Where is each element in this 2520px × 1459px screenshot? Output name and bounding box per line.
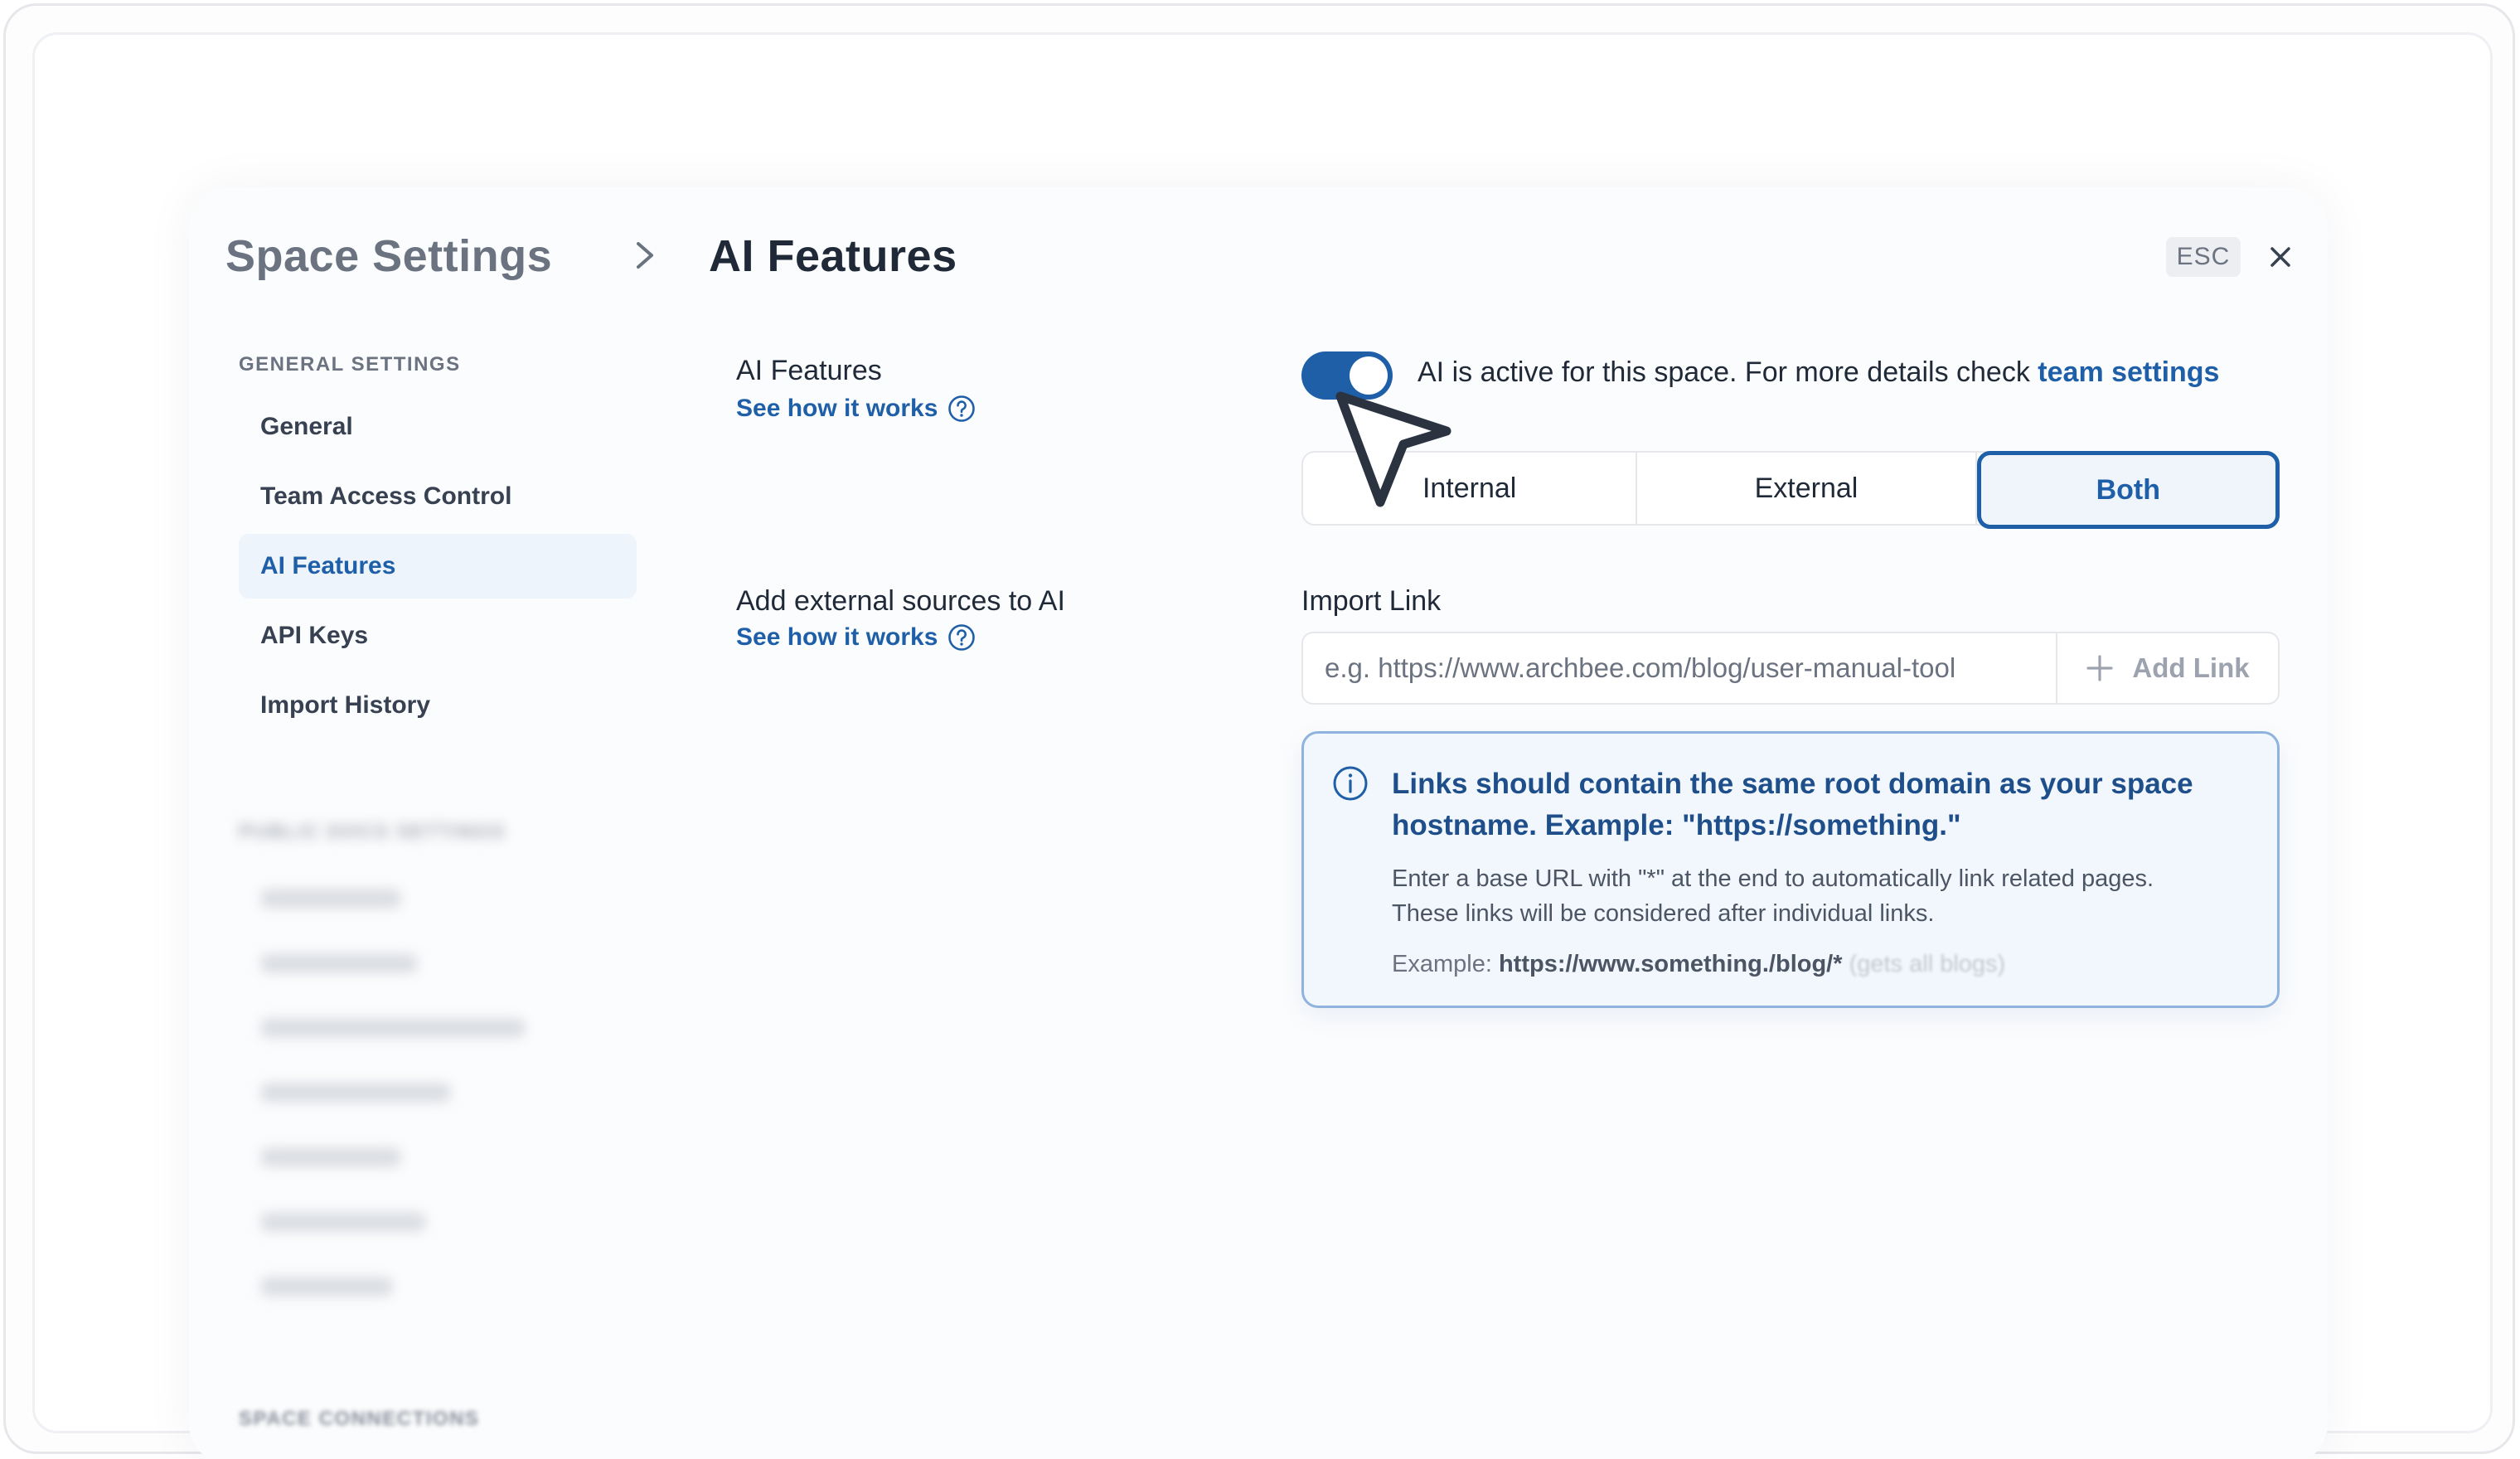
plus-icon (2086, 655, 2114, 681)
blurred-item (260, 1212, 426, 1232)
info-title: Links should contain the same root domai… (1392, 768, 2193, 841)
info-body-line-1: Enter a base URL with "*" at the end to … (1392, 865, 2154, 892)
page-title: AI Features (709, 231, 957, 281)
sidebar-item-general[interactable]: General (239, 395, 637, 459)
sidebar-item-team-access-control[interactable]: Team Access Control (239, 464, 637, 529)
mouse-pointer-icon (1335, 391, 1451, 507)
question-circle-icon (948, 395, 976, 422)
question-circle-icon (948, 624, 976, 651)
info-example-url: https://www.something./blog/* (1498, 951, 1843, 977)
see-how-it-works-link[interactable]: See how it works (736, 395, 976, 423)
blurred-item (260, 1083, 451, 1103)
add-link-button[interactable]: Add Link (2056, 632, 2280, 705)
external-sources-label: Add external sources to AI (736, 585, 1065, 617)
info-example: Example: https://www.something./blog/* (… (1392, 951, 2005, 978)
ai-status-message: AI is active for this space. For more de… (1418, 356, 2038, 388)
public-docs-section: PUBLIC DOCS SETTINGS (239, 821, 637, 1297)
info-example-suffix: (gets all blogs) (1842, 951, 2006, 977)
info-body-line-2: These links will be considered after ind… (1392, 900, 1935, 927)
ai-features-label: AI Features (736, 355, 882, 386)
sidebar-item-import-history[interactable]: Import History (239, 673, 637, 738)
scope-option-external[interactable]: External (1637, 453, 1977, 524)
import-link-input[interactable] (1301, 632, 2056, 705)
blurred-item (260, 1277, 393, 1297)
close-icon[interactable] (2267, 244, 2294, 270)
add-link-label: Add Link (2132, 652, 2250, 683)
info-body: Enter a base URL with "*" at the end to … (1392, 861, 2254, 931)
team-settings-link[interactable]: team settings (2038, 356, 2219, 388)
import-link-label: Import Link (1301, 585, 1442, 617)
blurred-item (260, 889, 401, 909)
breadcrumb-space-settings[interactable]: Space Settings (225, 230, 552, 282)
blurred-item (260, 953, 418, 973)
blurred-item (260, 1147, 401, 1167)
see-how-it-works-text: See how it works (736, 395, 938, 422)
sidebar-item-ai-features[interactable]: AI Features (239, 534, 637, 599)
section-label-public-docs: PUBLIC DOCS SETTINGS (239, 821, 506, 843)
blurred-item (260, 1018, 526, 1038)
chevron-right-icon (637, 242, 653, 269)
see-how-it-works-text: See how it works (736, 623, 938, 651)
ai-status-text: AI is active for this space. For more de… (1418, 356, 2219, 389)
settings-sidebar: GENERAL SETTINGS General Team Access Con… (239, 353, 637, 1297)
general-nav-list: General Team Access Control AI Features … (239, 395, 637, 738)
info-callout: Links should contain the same root domai… (1301, 731, 2280, 1008)
settings-modal: Space Settings AI Features ESC GENERAL S… (189, 187, 2328, 1459)
section-label-space-connections: SPACE CONNECTIONS (239, 1408, 480, 1430)
scope-option-both[interactable]: Both (1976, 451, 2280, 529)
section-label-general: GENERAL SETTINGS (239, 353, 461, 376)
see-how-it-works-link-2[interactable]: See how it works (736, 623, 976, 652)
esc-badge: ESC (2166, 237, 2241, 277)
sidebar-item-api-keys[interactable]: API Keys (239, 603, 637, 668)
info-icon (1333, 766, 1368, 801)
info-example-prefix: Example: (1392, 951, 1499, 977)
